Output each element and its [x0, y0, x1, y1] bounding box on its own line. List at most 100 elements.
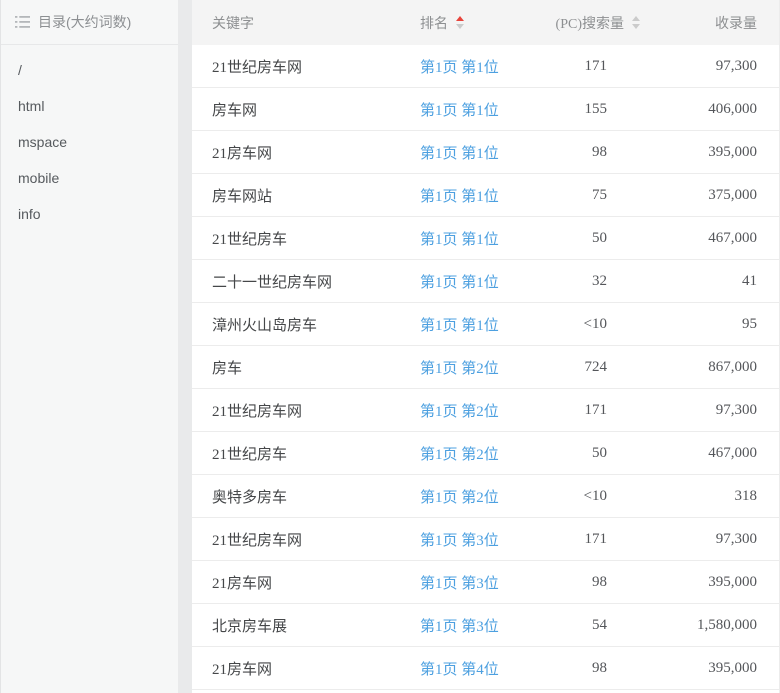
rank-cell: 第1页 第3位: [420, 615, 530, 636]
sidebar-title: 目录(大约词数): [38, 12, 131, 32]
table-row: 21世纪房车 第1页 第1位 50 467,000: [192, 217, 779, 260]
directory-item-label: mobile: [18, 170, 59, 186]
directory-item[interactable]: mspace: [1, 124, 178, 160]
table-row: 奥特多房车 第1页 第2位 <10 318: [192, 475, 779, 518]
table-row: 21房车网 第1页 第1位 98 395,000: [192, 131, 779, 174]
directory-item[interactable]: /: [1, 52, 178, 88]
indexed-cell: 318: [647, 488, 779, 505]
rank-link[interactable]: 第1页 第4位: [420, 662, 499, 678]
indexed-cell: 375,000: [647, 187, 779, 204]
table-row: 21世纪房车网 第1页 第3位 171 97,300: [192, 518, 779, 561]
keyword-cell: 北京房车展: [192, 615, 420, 636]
indexed-cell: 97,300: [647, 58, 779, 75]
sort-asc-icon[interactable]: [456, 16, 464, 21]
indexed-cell: 406,000: [647, 101, 779, 118]
rank-link[interactable]: 第1页 第1位: [420, 232, 499, 248]
rank-link[interactable]: 第1页 第2位: [420, 361, 499, 377]
indexed-cell: 41: [647, 273, 779, 290]
rank-cell: 第1页 第2位: [420, 357, 530, 378]
keyword-cell: 21世纪房车网: [192, 56, 420, 77]
keyword-cell: 21房车网: [192, 142, 420, 163]
pc-search-volume-cell: 171: [530, 58, 647, 75]
keyword-cell: 21世纪房车网: [192, 529, 420, 550]
rank-link[interactable]: 第1页 第1位: [420, 189, 499, 205]
directory-item-label: mspace: [18, 134, 67, 150]
rank-link[interactable]: 第1页 第1位: [420, 103, 499, 119]
rank-cell: 第1页 第1位: [420, 271, 530, 292]
table-row: 21房车网 第1页 第3位 98 395,000: [192, 561, 779, 604]
sort-desc-icon[interactable]: [456, 24, 464, 29]
directory-sidebar: 目录(大约词数) / html mspace mobile info: [0, 0, 178, 693]
directory-item-label: info: [18, 206, 41, 222]
keyword-cell: 二十一世纪房车网: [192, 271, 420, 292]
column-header-rank: 排名: [420, 13, 530, 33]
table-header-row: 关键字 排名 (PC)搜索量 收录量: [192, 0, 779, 45]
rank-link[interactable]: 第1页 第1位: [420, 275, 499, 291]
rank-cell: 第1页 第3位: [420, 529, 530, 550]
rank-link[interactable]: 第1页 第3位: [420, 533, 499, 549]
table-row: 21世纪房车网 第1页 第2位 171 97,300: [192, 389, 779, 432]
indexed-cell: 95: [647, 316, 779, 333]
pc-search-volume-cell: 54: [530, 617, 647, 634]
sort-desc-icon[interactable]: [632, 24, 640, 29]
rank-link[interactable]: 第1页 第1位: [420, 60, 499, 76]
directory-item[interactable]: info: [1, 196, 178, 232]
pc-search-volume-cell: 50: [530, 230, 647, 247]
rank-cell: 第1页 第3位: [420, 572, 530, 593]
table-body: 21世纪房车网 第1页 第1位 171 97,300 房车网 第1页 第1位 1…: [192, 45, 779, 690]
directory-item[interactable]: mobile: [1, 160, 178, 196]
rank-cell: 第1页 第1位: [420, 228, 530, 249]
rank-link[interactable]: 第1页 第2位: [420, 404, 499, 420]
indexed-cell: 395,000: [647, 144, 779, 161]
rank-link[interactable]: 第1页 第1位: [420, 146, 499, 162]
rank-link[interactable]: 第1页 第3位: [420, 576, 499, 592]
table-row: 二十一世纪房车网 第1页 第1位 32 41: [192, 260, 779, 303]
column-header-indexed: 收录量: [647, 13, 779, 33]
keyword-cell: 21世纪房车: [192, 443, 420, 464]
pc-search-volume-cell: 32: [530, 273, 647, 290]
column-header-pc-search-volume: (PC)搜索量: [530, 13, 647, 33]
indexed-cell: 395,000: [647, 574, 779, 591]
pc-search-volume-cell: 98: [530, 660, 647, 677]
table-row: 21世纪房车网 第1页 第1位 171 97,300: [192, 45, 779, 88]
table-row: 房车网 第1页 第1位 155 406,000: [192, 88, 779, 131]
rank-sort-control[interactable]: [456, 16, 464, 29]
keyword-cell: 21世纪房车网: [192, 400, 420, 421]
keyword-cell: 21世纪房车: [192, 228, 420, 249]
indexed-cell: 867,000: [647, 359, 779, 376]
indexed-cell: 97,300: [647, 531, 779, 548]
rank-link[interactable]: 第1页 第2位: [420, 447, 499, 463]
indexed-cell: 1,580,000: [647, 617, 779, 634]
rank-link[interactable]: 第1页 第3位: [420, 619, 499, 635]
rank-cell: 第1页 第1位: [420, 142, 530, 163]
keyword-table: 关键字 排名 (PC)搜索量 收录量 21世纪房车网 第1页 第1位 171 9…: [192, 0, 780, 693]
rank-link[interactable]: 第1页 第2位: [420, 490, 499, 506]
rank-link[interactable]: 第1页 第1位: [420, 318, 499, 334]
rank-cell: 第1页 第1位: [420, 99, 530, 120]
directory-list: / html mspace mobile info: [1, 45, 178, 232]
table-row: 21房车网 第1页 第4位 98 395,000: [192, 647, 779, 690]
indexed-cell: 467,000: [647, 445, 779, 462]
column-header-rank-label: 排名: [420, 13, 448, 33]
directory-item-label: /: [18, 62, 22, 78]
rank-cell: 第1页 第2位: [420, 486, 530, 507]
directory-item[interactable]: html: [1, 88, 178, 124]
pc-sort-control[interactable]: [632, 16, 640, 29]
keyword-cell: 21房车网: [192, 572, 420, 593]
table-row: 21世纪房车 第1页 第2位 50 467,000: [192, 432, 779, 475]
keyword-cell: 漳州火山岛房车: [192, 314, 420, 335]
column-header-keyword: 关键字: [192, 13, 420, 33]
rank-cell: 第1页 第1位: [420, 185, 530, 206]
pc-search-volume-cell: 171: [530, 531, 647, 548]
sort-asc-icon[interactable]: [632, 16, 640, 21]
column-header-pc-label: (PC)搜索量: [556, 13, 624, 33]
pc-search-volume-cell: 75: [530, 187, 647, 204]
pc-search-volume-cell: 98: [530, 574, 647, 591]
rank-cell: 第1页 第1位: [420, 314, 530, 335]
rank-cell: 第1页 第4位: [420, 658, 530, 679]
keyword-cell: 房车网站: [192, 185, 420, 206]
pc-search-volume-cell: <10: [530, 488, 647, 505]
pc-search-volume-cell: 171: [530, 402, 647, 419]
keyword-cell: 房车网: [192, 99, 420, 120]
keyword-cell: 21房车网: [192, 658, 420, 679]
